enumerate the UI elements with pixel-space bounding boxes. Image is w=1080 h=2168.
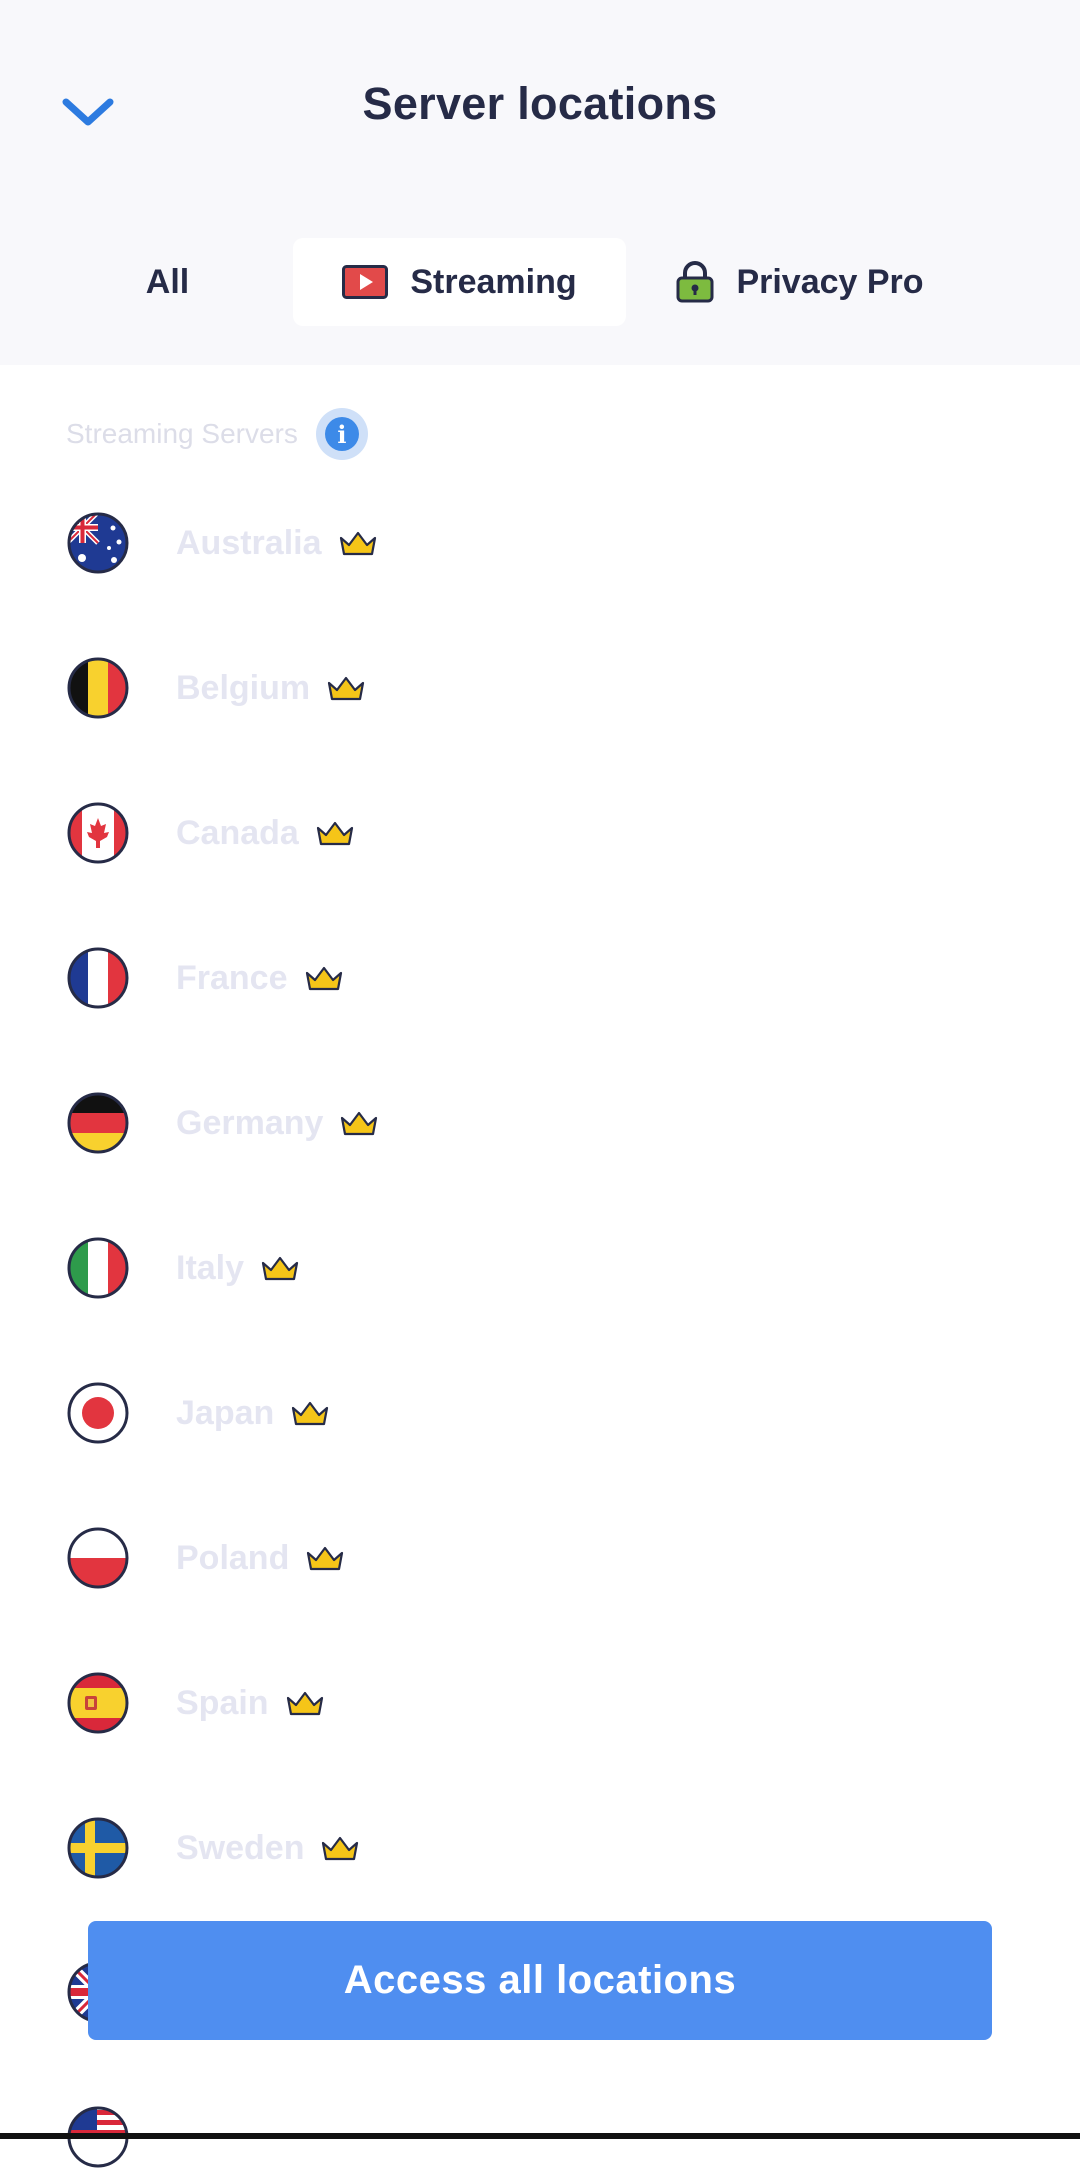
country-label: Italy <box>176 1248 245 1287</box>
server-country: Australia <box>176 524 378 563</box>
server-row-japan[interactable]: Japan <box>0 1363 1080 1463</box>
country-label: Poland <box>176 1538 290 1577</box>
france-flag-icon <box>67 947 129 1009</box>
belgium-flag-icon <box>67 657 129 719</box>
info-icon: i <box>324 417 359 451</box>
server-row-spain[interactable]: Spain <box>0 1653 1080 1753</box>
country-label: Germany <box>176 1103 324 1142</box>
crown-icon <box>320 1834 360 1862</box>
country-label: Belgium <box>176 668 311 707</box>
crown-icon <box>290 1399 330 1427</box>
sweden-flag-icon <box>67 1817 129 1879</box>
lock-icon <box>676 261 714 303</box>
server-row-italy[interactable]: Italy <box>0 1218 1080 1318</box>
server-country: Germany <box>176 1104 379 1143</box>
crown-icon <box>338 529 378 557</box>
server-row-canada[interactable]: Canada <box>0 783 1080 883</box>
country-label: France <box>176 958 288 997</box>
canada-flag-icon <box>67 802 129 864</box>
country-label: Japan <box>176 1393 275 1432</box>
tab-label: Streaming <box>410 262 577 301</box>
tab-all[interactable]: All <box>80 238 255 326</box>
page-title: Server locations <box>362 78 718 129</box>
country-label: Sweden <box>176 1828 305 1867</box>
cta-label: Access all locations <box>343 1958 737 2002</box>
crown-icon <box>315 819 355 847</box>
server-country: Belgium <box>176 669 366 708</box>
australia-flag-icon <box>67 512 129 574</box>
server-country: Canada <box>176 814 355 853</box>
access-all-locations-button[interactable]: Access all locations <box>88 1921 992 2040</box>
germany-flag-icon <box>67 1092 129 1154</box>
server-country: France <box>176 959 344 998</box>
crown-icon <box>339 1109 379 1137</box>
tab-label: All <box>145 262 190 301</box>
country-label: Australia <box>176 523 322 562</box>
crown-icon <box>305 1544 345 1572</box>
tab-streaming[interactable]: Streaming <box>293 238 626 326</box>
server-row-germany[interactable]: Germany <box>0 1073 1080 1173</box>
server-country: Sweden <box>176 1829 360 1868</box>
country-label: Canada <box>176 813 299 852</box>
server-country: Italy <box>176 1249 300 1288</box>
header: Server locations All Streaming Privacy P… <box>0 0 1080 365</box>
country-label: Spain <box>176 1683 269 1722</box>
server-country: Poland <box>176 1539 345 1578</box>
crown-icon <box>285 1689 325 1717</box>
tab-privacy-pro[interactable]: Privacy Pro <box>650 238 950 326</box>
crown-icon <box>326 674 366 702</box>
server-country: Japan <box>176 1394 330 1433</box>
play-video-icon <box>342 265 389 299</box>
server-row-australia[interactable]: Australia <box>0 493 1080 593</box>
info-button[interactable]: i <box>315 408 368 460</box>
server-row-belgium[interactable]: Belgium <box>0 638 1080 738</box>
server-row-poland[interactable]: Poland <box>0 1508 1080 1608</box>
poland-flag-icon <box>67 1527 129 1589</box>
italy-flag-icon <box>67 1237 129 1299</box>
section-header: Streaming Servers i <box>66 408 368 460</box>
crown-icon <box>304 964 344 992</box>
crown-icon <box>260 1254 300 1282</box>
section-title: Streaming Servers <box>66 418 298 449</box>
server-country: Spain <box>176 1684 325 1723</box>
japan-flag-icon <box>67 1382 129 1444</box>
bottom-edge <box>0 2133 1080 2139</box>
server-row-sweden[interactable]: Sweden <box>0 1798 1080 1898</box>
spain-flag-icon <box>67 1672 129 1734</box>
server-row-france[interactable]: France <box>0 928 1080 1028</box>
tab-label: Privacy Pro <box>736 262 924 301</box>
